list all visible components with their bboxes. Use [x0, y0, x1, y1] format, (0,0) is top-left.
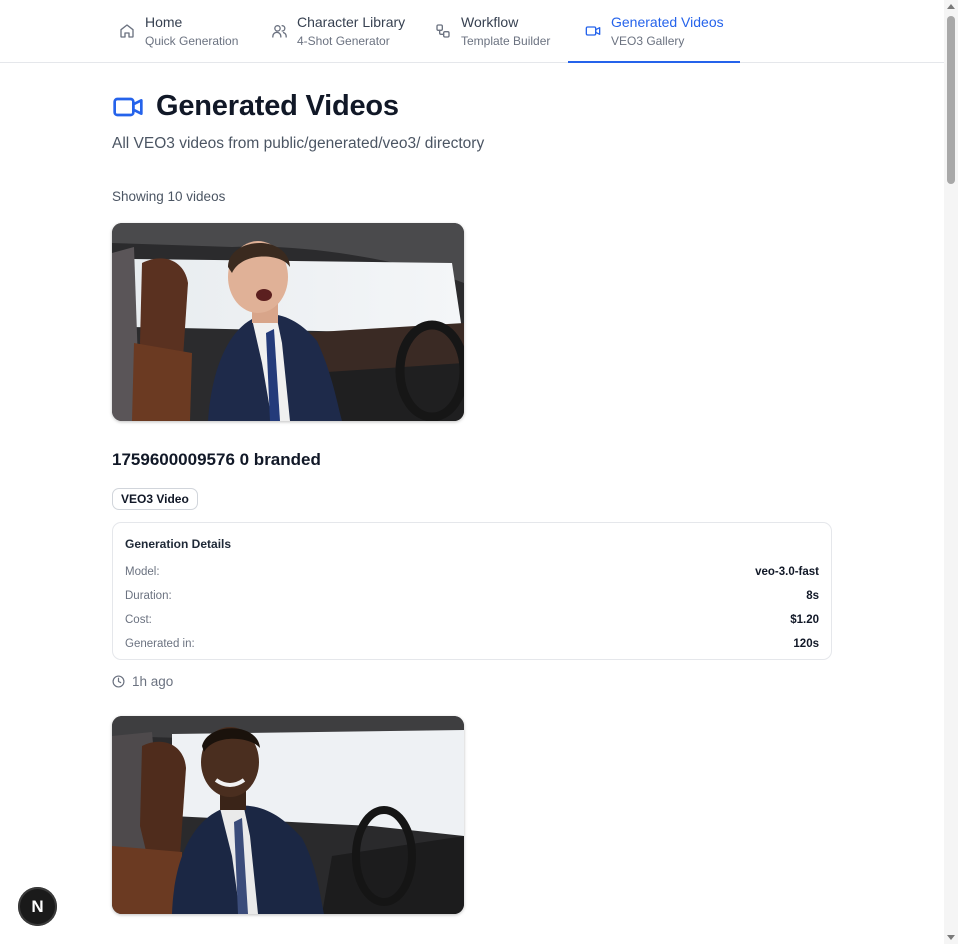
detail-value: veo-3.0-fast: [755, 566, 819, 578]
users-icon: [270, 22, 288, 40]
page-title: Generated Videos: [156, 90, 399, 122]
details-heading: Generation Details: [125, 537, 232, 551]
detail-key: Generated in:: [125, 638, 195, 650]
detail-row-duration: Duration: 8s: [125, 584, 819, 608]
tab-generated-videos-sub: VEO3 Gallery: [611, 34, 685, 48]
video-type-badge: VEO3 Video: [112, 488, 198, 510]
video-timestamp: 1h ago: [112, 674, 173, 689]
video-title: 1759600009576 0 branded: [112, 450, 321, 469]
home-icon: [118, 22, 136, 40]
workflow-icon: [434, 22, 452, 40]
clock-icon: [112, 675, 125, 688]
video-count: Showing 10 videos: [112, 189, 226, 204]
detail-row-generated-in: Generated in: 120s: [125, 632, 819, 656]
generation-details: Generation Details Model: veo-3.0-fast D…: [112, 522, 832, 660]
tab-character-library-label: Character Library: [297, 14, 406, 30]
tab-home-sub: Quick Generation: [145, 34, 239, 48]
tab-workflow-sub: Template Builder: [461, 34, 551, 48]
tab-workflow[interactable]: Workflow Template Builder: [434, 0, 550, 62]
nextjs-logo-label: N: [31, 896, 44, 916]
scroll-up-arrow-icon[interactable]: [947, 4, 955, 9]
nextjs-dev-tools-button[interactable]: N: [18, 887, 57, 926]
video-icon: [584, 22, 602, 40]
detail-value: 8s: [806, 590, 819, 602]
detail-key: Model:: [125, 566, 160, 578]
tab-generated-videos[interactable]: Generated Videos VEO3 Gallery: [568, 0, 740, 63]
detail-key: Cost:: [125, 614, 152, 626]
time-ago: 1h ago: [132, 674, 174, 689]
detail-row-model: Model: veo-3.0-fast: [125, 560, 819, 584]
video-player[interactable]: [112, 716, 464, 914]
video-player[interactable]: [112, 223, 464, 421]
vertical-scrollbar[interactable]: [944, 0, 958, 944]
tab-home-label: Home: [145, 14, 183, 30]
tab-home[interactable]: Home Quick Generation: [118, 0, 238, 62]
tab-workflow-label: Workflow: [461, 14, 519, 30]
scroll-down-arrow-icon[interactable]: [947, 935, 955, 940]
detail-key: Duration:: [125, 590, 172, 602]
video-camera-icon: [112, 91, 144, 123]
page-subtitle: All VEO3 videos from public/generated/ve…: [112, 135, 485, 152]
top-nav: Home Quick Generation Character Library …: [0, 0, 944, 63]
detail-value: $1.20: [790, 614, 819, 626]
tab-generated-videos-label: Generated Videos: [611, 14, 724, 30]
tab-character-library[interactable]: Character Library 4-Shot Generator: [270, 0, 405, 62]
detail-value: 120s: [793, 638, 819, 650]
scrollbar-thumb[interactable]: [947, 16, 955, 184]
detail-row-cost: Cost: $1.20: [125, 608, 819, 632]
tab-character-library-sub: 4-Shot Generator: [297, 34, 390, 48]
page-heading: Generated Videos: [112, 90, 399, 123]
